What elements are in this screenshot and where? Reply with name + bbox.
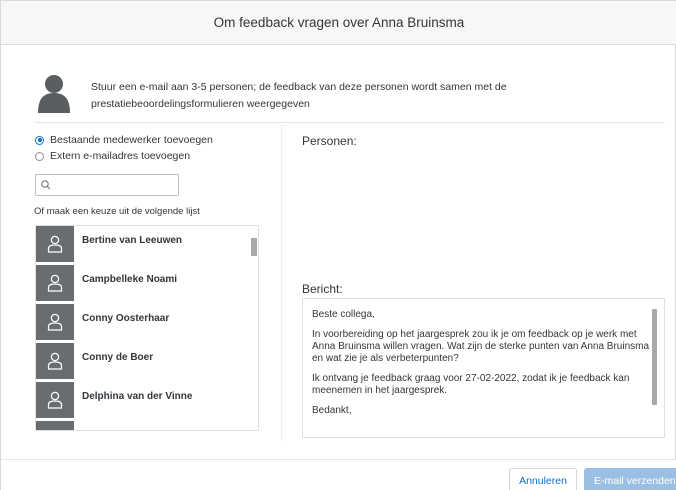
search-icon — [41, 180, 51, 190]
message-scrollbar[interactable] — [652, 309, 657, 405]
list-item[interactable]: Conny Oosterhaar — [36, 304, 246, 341]
list-item[interactable]: Bertine van Leeuwen — [36, 226, 246, 263]
message-paragraph: In voorbereiding op het jaargesprek zou … — [312, 329, 650, 364]
message-textarea[interactable]: Beste collega, In voorbereiding op het j… — [302, 298, 665, 438]
intro-section: Stuur een e-mail aan 3-5 personen; de fe… — [35, 73, 665, 123]
list-hint: Of maak een keuze uit de volgende lijst — [34, 206, 200, 217]
intro-text: Stuur een e-mail aan 3-5 personen; de fe… — [91, 81, 507, 110]
message-paragraph: Bedankt, — [312, 405, 352, 416]
cancel-button[interactable]: Annuleren — [509, 468, 577, 490]
message-text[interactable]: Beste collega, In voorbereiding op het j… — [312, 309, 652, 425]
send-email-button[interactable]: E-mail verzenden — [584, 468, 676, 490]
list-item[interactable]: Conny de Boer — [36, 343, 246, 380]
avatar — [36, 265, 74, 302]
recipients-and-message: Personen: Bericht: Beste collega, In voo… — [302, 129, 667, 439]
dialog-title: Om feedback vragen over Anna Bruinsma — [213, 15, 465, 30]
user-icon — [47, 313, 63, 331]
list-item[interactable]: Delphina van der Vinne — [36, 382, 246, 419]
person-name: Conny de Boer — [82, 352, 154, 363]
person-name: Conny Oosterhaar — [82, 313, 170, 324]
feedback-request-dialog: Om feedback vragen over Anna Bruinsma St… — [0, 0, 676, 490]
list-item[interactable] — [36, 421, 246, 430]
radio-existing-employee-label: Bestaande medewerker toevoegen — [50, 134, 213, 146]
message-paragraph: Beste collega, — [312, 309, 375, 320]
avatar — [36, 382, 74, 419]
radio-existing-employee[interactable]: Bestaande medewerker toevoegen — [35, 134, 213, 146]
avatar — [36, 304, 74, 341]
message-label: Bericht: — [302, 282, 343, 296]
persons-label: Personen: — [302, 134, 357, 148]
person-name: Bertine van Leeuwen — [82, 235, 183, 246]
person-name: Delphina van der Vinne — [82, 391, 193, 402]
avatar — [36, 421, 74, 430]
person-silhouette-icon — [38, 75, 70, 113]
column-divider — [281, 125, 282, 441]
radio-unchecked-icon[interactable] — [35, 151, 44, 161]
dialog-header: Om feedback vragen over Anna Bruinsma — [1, 1, 676, 45]
employee-picker: Bestaande medewerker toevoegen Extern e-… — [34, 129, 275, 439]
avatar — [36, 226, 74, 263]
user-icon — [47, 274, 63, 292]
radio-checked-icon[interactable] — [35, 135, 44, 145]
user-icon — [47, 352, 63, 370]
user-icon — [47, 391, 63, 409]
avatar — [36, 343, 74, 380]
message-paragraph: Ik ontvang je feedback graag voor 27-02-… — [312, 373, 630, 396]
radio-external-email-label: Extern e-mailadres toevoegen — [50, 150, 191, 162]
search-input[interactable] — [54, 177, 176, 193]
people-list[interactable]: Bertine van Leeuwen Campbelleke Noami Co… — [35, 225, 259, 431]
radio-external-email[interactable]: Extern e-mailadres toevoegen — [35, 150, 190, 162]
list-item[interactable]: Campbelleke Noami — [36, 265, 246, 302]
search-field[interactable] — [35, 174, 179, 196]
person-name: Campbelleke Noami — [82, 274, 178, 285]
dialog-footer: Annuleren E-mail verzenden — [1, 459, 676, 490]
user-icon — [47, 235, 63, 253]
list-scrollbar[interactable] — [251, 238, 257, 256]
